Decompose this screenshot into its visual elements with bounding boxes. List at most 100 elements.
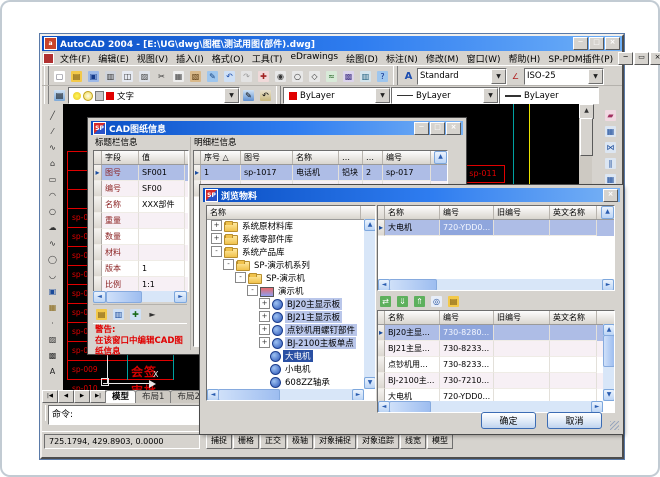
help-button[interactable]: ?: [374, 68, 391, 84]
cut-button[interactable]: ✂: [153, 68, 170, 84]
insert-block-button[interactable]: ▣: [44, 283, 61, 299]
column-header-旧编号[interactable]: 旧编号: [494, 206, 550, 219]
color-combo[interactable]: ByLayer ▼: [283, 87, 391, 104]
tree-item-SP-演示机[interactable]: -SP-演示机: [207, 271, 364, 284]
column-header-…[interactable]: …: [363, 151, 383, 164]
scroll-right-icon[interactable]: ►: [352, 389, 364, 401]
title-block-row[interactable]: 数量: [94, 229, 188, 245]
menu-SP-PDM插件(P)[interactable]: SP-PDM插件(P): [544, 52, 617, 65]
lineweight-combo[interactable]: ByLayer: [499, 87, 599, 104]
first-tab-icon[interactable]: |◀: [42, 390, 58, 403]
pan-button[interactable]: ✚: [255, 68, 272, 84]
column-header-值[interactable]: 值: [139, 151, 185, 164]
toggle-线宽[interactable]: 线宽: [400, 434, 426, 449]
title-block-row[interactable]: 编号SF00: [94, 181, 188, 197]
table-hscrollbar[interactable]: ◄ ►: [378, 401, 603, 412]
scroll-thumb[interactable]: [389, 401, 431, 413]
scroll-right-icon[interactable]: ►: [602, 279, 614, 291]
chevron-down-icon[interactable]: ▼: [588, 69, 603, 84]
paste-button[interactable]: ▧: [187, 68, 204, 84]
scroll-thumb[interactable]: [580, 118, 593, 156]
resize-grip[interactable]: [610, 421, 619, 430]
more-button[interactable]: ►: [144, 306, 161, 322]
undo-button[interactable]: ↶: [221, 68, 238, 84]
make-block-button[interactable]: ▦: [44, 299, 61, 315]
toolbar-grip[interactable]: [44, 86, 49, 105]
line-button[interactable]: ╱: [44, 107, 61, 123]
expand-icon[interactable]: +: [211, 220, 222, 231]
toolbar-grip[interactable]: [276, 86, 281, 105]
expand-icon[interactable]: +: [259, 298, 270, 309]
maximize-button[interactable]: □: [430, 122, 445, 135]
material-row[interactable]: 点钞机用...730-8233...: [378, 357, 614, 373]
column-header-编号[interactable]: 编号: [440, 311, 494, 324]
layer-combo[interactable]: 文字 ▼: [68, 87, 240, 104]
tree-item-系统零部件库[interactable]: +系统零部件库: [207, 232, 364, 245]
columns-button[interactable]: ▥: [110, 306, 127, 322]
collapse-icon[interactable]: -: [247, 285, 258, 296]
title-block-row[interactable]: 重量: [94, 213, 188, 229]
publish-button[interactable]: ▨: [136, 68, 153, 84]
chevron-down-icon[interactable]: ▼: [224, 88, 239, 103]
sheet-info-titlebar[interactable]: SP CAD图纸信息 ─ □ ×: [91, 121, 463, 135]
zoom-window-button[interactable]: ○: [289, 68, 306, 84]
construction-line-button[interactable]: ⁄: [44, 123, 61, 139]
scroll-up-icon[interactable]: ▲: [601, 206, 614, 219]
toggle-栅格[interactable]: 栅格: [233, 434, 259, 449]
menu-格式(O)[interactable]: 格式(O): [208, 52, 248, 65]
toggle-极轴[interactable]: 极轴: [287, 434, 313, 449]
browse-titlebar[interactable]: SP 浏览物料 ×: [203, 188, 620, 202]
dim-style-button[interactable]: ∠: [507, 68, 524, 84]
dbconnect-button[interactable]: ≈: [323, 68, 340, 84]
scroll-down-icon[interactable]: ▼: [364, 377, 376, 389]
tree-item-SP-演示机系列[interactable]: -SP-演示机系列: [207, 258, 364, 271]
collapse-icon[interactable]: -: [235, 272, 246, 283]
toggle-模型[interactable]: 模型: [427, 434, 453, 449]
chevron-down-icon[interactable]: ▼: [483, 88, 498, 103]
menu-插入(I)[interactable]: 插入(I): [172, 52, 208, 65]
menu-视图(V)[interactable]: 视图(V): [133, 52, 172, 65]
offset-button[interactable]: ∥: [602, 155, 619, 171]
next-tab-icon[interactable]: ▶: [74, 390, 90, 403]
scroll-thumb[interactable]: [218, 389, 280, 401]
collapse-icon[interactable]: -: [211, 246, 222, 257]
title-block-row[interactable]: ▸图号SF001: [94, 165, 188, 181]
toggle-捕捉[interactable]: 捕捉: [206, 434, 232, 449]
tree-item-系统产品库[interactable]: -系统产品库: [207, 245, 364, 258]
cancel-button[interactable]: 取消: [547, 412, 602, 429]
close-button[interactable]: ×: [603, 189, 618, 202]
column-header-图号[interactable]: 图号: [241, 151, 293, 164]
app-titlebar[interactable]: a AutoCAD 2004 - [E:\UG\dwg\图框\测试用图(部件).…: [42, 36, 622, 51]
copy-object-button[interactable]: ▦: [602, 123, 619, 139]
toggle-对象捕捉[interactable]: 对象捕捉: [314, 434, 356, 449]
material-row[interactable]: BJ21主显...730-8233...: [378, 341, 614, 357]
tree-item-小电机[interactable]: 小电机: [207, 362, 364, 375]
close-button[interactable]: ×: [605, 37, 620, 50]
column-header-名称[interactable]: 名称: [385, 311, 440, 324]
column-header-字段[interactable]: 字段: [102, 151, 139, 164]
search-button[interactable]: ◎: [428, 293, 445, 309]
spline-button[interactable]: ∿: [44, 235, 61, 251]
maximize-button[interactable]: □: [589, 37, 604, 50]
properties2-button[interactable]: ▤: [445, 293, 462, 309]
scroll-thumb[interactable]: [106, 291, 142, 303]
scroll-thumb[interactable]: [389, 279, 437, 291]
menu-工具(T)[interactable]: 工具(T): [248, 52, 287, 65]
menu-文件(F)[interactable]: 文件(F): [56, 52, 94, 65]
tree-item-BJ21主显示板[interactable]: +BJ21主显示板: [207, 310, 364, 323]
scroll-right-icon[interactable]: ►: [174, 291, 187, 303]
expand-icon[interactable]: +: [259, 324, 270, 335]
menu-编辑(E)[interactable]: 编辑(E): [94, 52, 133, 65]
title-block-hscrollbar[interactable]: ◄ ►: [93, 291, 187, 302]
column-header-旧编号[interactable]: 旧编号: [494, 311, 550, 324]
save-button[interactable]: ▣: [85, 68, 102, 84]
add-record-button[interactable]: ✚: [127, 306, 144, 322]
column-header-序号 △[interactable]: 序号 △: [201, 151, 241, 164]
region-button[interactable]: ▩: [44, 347, 61, 363]
menu-eDrawings[interactable]: eDrawings: [286, 52, 342, 65]
tab-布局1[interactable]: 布局1: [135, 390, 171, 403]
match-properties-button[interactable]: ✎: [204, 68, 221, 84]
mdi-minimize-button[interactable]: ─: [618, 52, 633, 65]
mdi-document-icon[interactable]: [43, 53, 54, 64]
new-file-button[interactable]: ▢: [51, 68, 68, 84]
